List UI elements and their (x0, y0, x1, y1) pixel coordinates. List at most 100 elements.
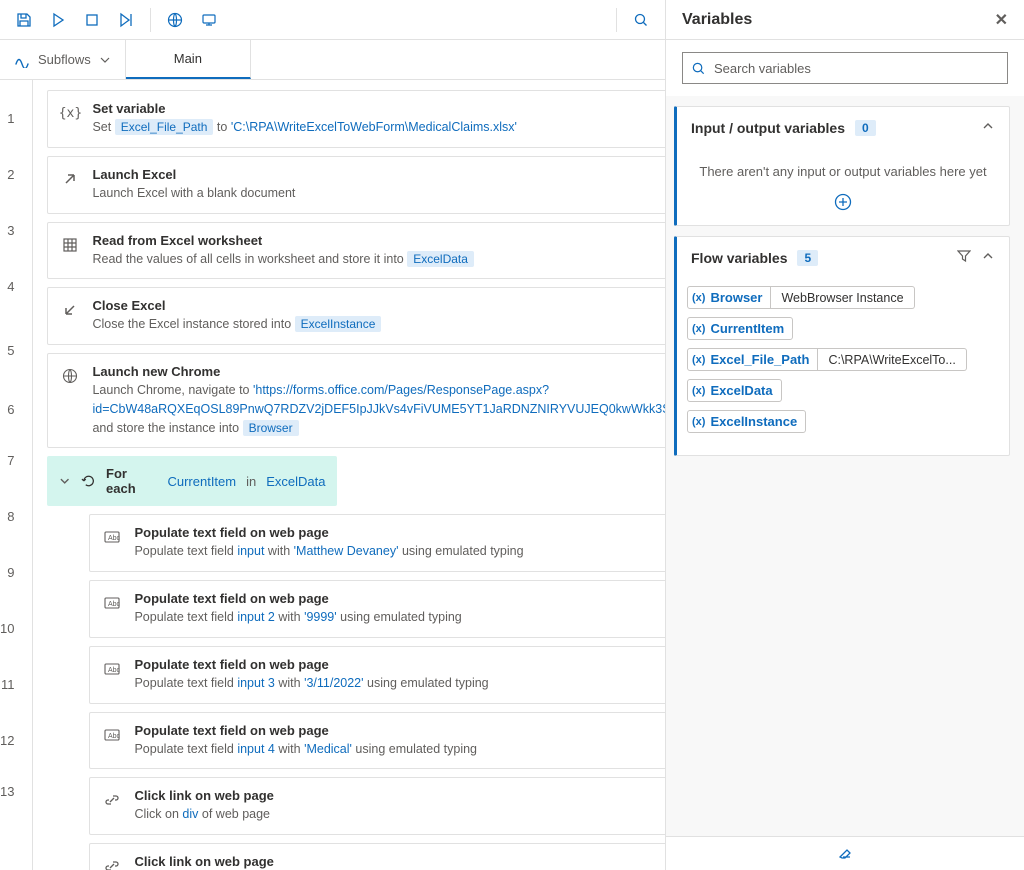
save-button[interactable] (10, 6, 38, 34)
designer-pane: Subflows Main 1 2 3 4 5 6 7 8 9 10 11 12… (0, 0, 666, 870)
step-number: 10 (0, 600, 32, 656)
text-field-icon: Abc (102, 593, 122, 613)
link-icon (102, 856, 122, 870)
stop-button[interactable] (78, 6, 106, 34)
text-field-icon: Abc (102, 527, 122, 547)
step-number: 13 (0, 768, 32, 814)
foreach-collection: ExcelData (266, 474, 325, 489)
step-number: 1 (0, 90, 32, 146)
step-close-excel[interactable]: Close Excel Close the Excel instance sto… (47, 287, 665, 345)
step-description: Populate text field input 2 with '9999' … (134, 608, 665, 627)
io-variables-header[interactable]: Input / output variables 0 (677, 107, 1009, 148)
tab-main[interactable]: Main (126, 40, 251, 79)
flow-variables-header[interactable]: Flow variables 5 (677, 237, 1009, 278)
desktop-recorder-button[interactable] (195, 6, 223, 34)
foreach-item: CurrentItem (167, 474, 236, 489)
step-foreach[interactable]: For each CurrentItem in ExcelData (47, 456, 337, 506)
variable-token: Excel_File_Path (115, 119, 214, 135)
flow-variable-row[interactable]: (x)ExcelData (687, 379, 999, 402)
variables-header: Variables ✕ (666, 0, 1024, 40)
step-title: Populate text field on web page (134, 525, 665, 540)
search-button[interactable] (627, 6, 655, 34)
subflows-dropdown[interactable]: Subflows (0, 40, 126, 79)
subflows-label: Subflows (38, 52, 91, 67)
step-description: Launch Chrome, navigate to 'https://form… (92, 381, 665, 437)
variable-name: ExcelData (710, 383, 772, 398)
tab-main-label: Main (174, 51, 202, 66)
step-description: Read the values of all cells in workshee… (92, 250, 665, 269)
variable-badge[interactable]: (x)ExcelData (687, 379, 782, 402)
globe-icon (60, 366, 80, 386)
step-click-link[interactable]: Click link on web page Click on div of w… (89, 777, 665, 835)
step-number: 5 (0, 314, 32, 386)
search-input[interactable] (714, 61, 999, 76)
step-populate-field[interactable]: Abc Populate text field on web page Popu… (89, 712, 665, 770)
variable-badge[interactable]: (x)CurrentItem (687, 317, 793, 340)
text-field-icon: Abc (102, 659, 122, 679)
run-button[interactable] (44, 6, 72, 34)
chevron-up-icon[interactable] (981, 249, 995, 266)
step-number: 4 (0, 258, 32, 314)
step-number: 6 (0, 386, 32, 432)
io-count: 0 (855, 120, 876, 136)
filter-icon[interactable] (957, 249, 971, 266)
close-icon[interactable]: ✕ (995, 10, 1008, 30)
variable-token: Browser (243, 420, 299, 436)
eraser-icon[interactable] (837, 844, 853, 863)
step-populate-field[interactable]: Abc Populate text field on web page Popu… (89, 580, 665, 638)
chevron-down-icon[interactable] (59, 475, 70, 487)
step-read-excel[interactable]: Read from Excel worksheet Read the value… (47, 222, 665, 280)
flow-variables-section: Flow variables 5 (x)BrowserWebBrowser In… (674, 236, 1010, 456)
svg-text:Abc: Abc (108, 733, 120, 740)
variable-value: C:\RPA\WriteExcelTo... (818, 348, 966, 371)
io-empty-message: There aren't any input or output variabl… (677, 148, 1009, 187)
step-launch-excel[interactable]: Launch Excel Launch Excel with a blank d… (47, 156, 665, 214)
step-button[interactable] (112, 6, 140, 34)
foreach-body: Abc Populate text field on web page Popu… (89, 514, 665, 870)
variable-name: ExcelInstance (710, 414, 797, 429)
step-number: 7 (0, 432, 32, 488)
step-description: Click on div of web page (134, 805, 665, 824)
io-title: Input / output variables (691, 120, 845, 136)
search-input-wrapper[interactable] (682, 52, 1008, 84)
step-set-variable[interactable]: {x} Set variable Set Excel_File_Path to … (47, 90, 665, 148)
variable-name: Browser (710, 290, 762, 305)
step-gutter: 1 2 3 4 5 6 7 8 9 10 11 12 13 (0, 80, 33, 870)
flow-count: 5 (797, 250, 818, 266)
search-icon (691, 61, 706, 76)
flow-variable-row[interactable]: (x)Excel_File_PathC:\RPA\WriteExcelTo... (687, 348, 999, 371)
text-field-icon: Abc (102, 725, 122, 745)
variable-badge[interactable]: (x)ExcelInstance (687, 410, 806, 433)
step-launch-chrome[interactable]: Launch new Chrome Launch Chrome, navigat… (47, 353, 665, 448)
variable-badge[interactable]: (x)Excel_File_Path (687, 348, 818, 371)
variables-title: Variables (682, 11, 752, 29)
flow-variable-row[interactable]: (x)ExcelInstance (687, 410, 999, 433)
svg-text:Abc: Abc (108, 667, 120, 674)
svg-text:Abc: Abc (108, 535, 120, 542)
step-description: Launch Excel with a blank document (92, 184, 665, 203)
variable-value: WebBrowser Instance (771, 286, 914, 309)
add-variable-button[interactable] (677, 187, 1009, 225)
step-click-link[interactable]: Click link on web page Click on a of web… (89, 843, 665, 870)
flow-variable-row[interactable]: (x)BrowserWebBrowser Instance (687, 286, 999, 309)
step-title: Launch Excel (92, 167, 665, 182)
step-populate-field[interactable]: Abc Populate text field on web page Popu… (89, 514, 665, 572)
flow-variable-row[interactable]: (x)CurrentItem (687, 317, 999, 340)
variable-type-icon: (x) (692, 354, 705, 366)
step-populate-field[interactable]: Abc Populate text field on web page Popu… (89, 646, 665, 704)
variable-name: CurrentItem (710, 321, 784, 336)
close-icon (60, 300, 80, 320)
step-number: 11 (0, 656, 32, 712)
step-number: 3 (0, 202, 32, 258)
toolbar-separator (150, 8, 151, 32)
variable-badge[interactable]: (x)Browser (687, 286, 771, 309)
chevron-up-icon[interactable] (981, 119, 995, 136)
step-title: Set variable (92, 101, 665, 116)
step-number: 9 (0, 544, 32, 600)
toolbar-separator (616, 8, 617, 32)
io-variables-section: Input / output variables 0 There aren't … (674, 106, 1010, 226)
web-recorder-button[interactable] (161, 6, 189, 34)
step-title: Populate text field on web page (134, 723, 665, 738)
chevron-down-icon (99, 54, 111, 66)
toolbar (0, 0, 665, 40)
